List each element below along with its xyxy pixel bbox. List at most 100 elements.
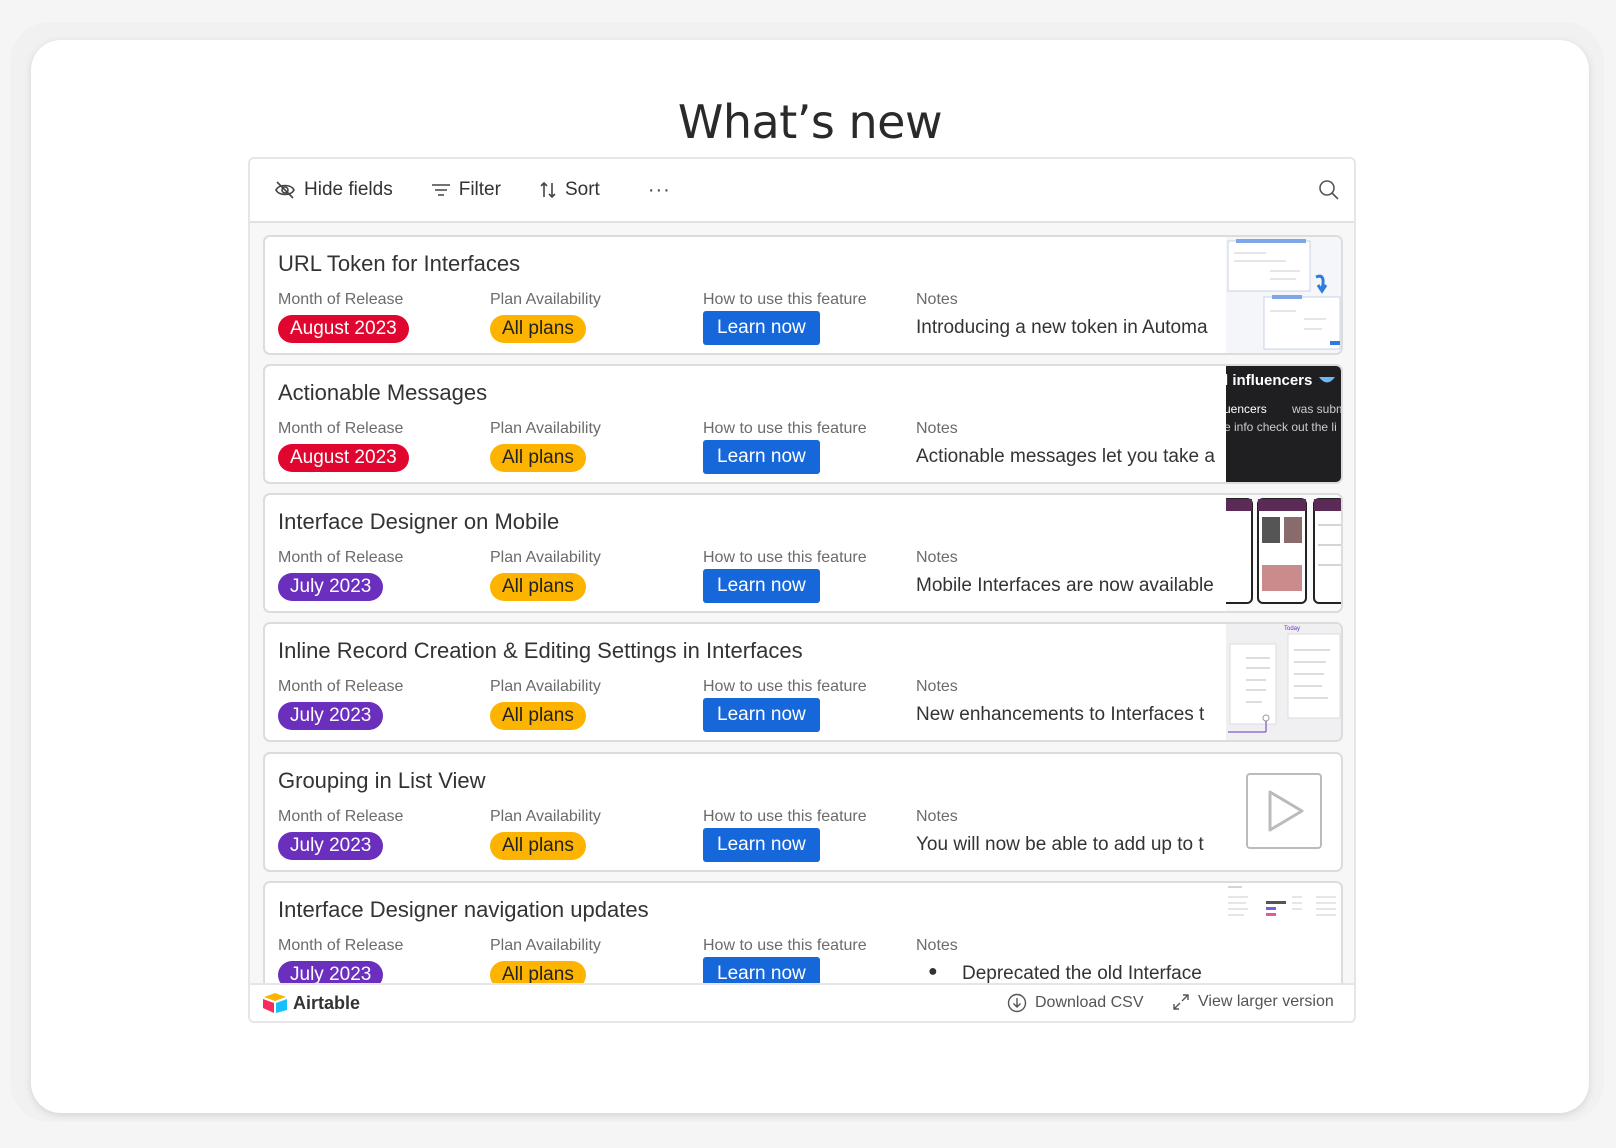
record-card[interactable]: URL Token for Interfaces Month of Releas… (263, 235, 1343, 355)
record-title: Grouping in List View (278, 768, 486, 793)
sort-label: Sort (564, 179, 600, 200)
eye-off-icon (275, 181, 295, 199)
plan-badge: All plans (490, 444, 586, 472)
record-thumbnail[interactable] (1226, 883, 1341, 983)
play-video-icon (1246, 773, 1322, 849)
view-larger-link[interactable]: View larger version (1172, 993, 1334, 1011)
sort-icon (540, 181, 556, 199)
month-badge: August 2023 (278, 444, 409, 472)
record-thumbnail[interactable]: Today (1226, 624, 1341, 740)
plan-badge: All plans (490, 573, 586, 601)
learn-now-button[interactable]: Learn now (703, 311, 820, 345)
record-list: URL Token for Interfaces Month of Releas… (250, 223, 1354, 983)
record-title: Inline Record Creation & Editing Setting… (278, 638, 803, 663)
record-card[interactable]: Interface Designer on Mobile Month of Re… (263, 493, 1343, 613)
plan-badge: All plans (490, 832, 586, 860)
month-badge: July 2023 (278, 573, 384, 601)
search-icon (1319, 180, 1339, 200)
notes-text: New enhancements to Interfaces t (916, 704, 1205, 725)
download-csv-label: Download CSV (1035, 994, 1144, 1011)
download-csv-link[interactable]: Download CSV (1007, 993, 1144, 1013)
month-badge: July 2023 (278, 961, 384, 983)
hide-fields-button[interactable]: Hide fields (274, 179, 393, 201)
airtable-logo[interactable]: Airtable (262, 992, 360, 1014)
notes-text: Mobile Interfaces are now available (916, 575, 1214, 596)
record-card[interactable]: Interface Designer navigation updates Mo… (263, 881, 1343, 983)
notes-label: Notes (916, 808, 958, 825)
howto-label: How to use this feature (703, 937, 867, 954)
plan-label: Plan Availability (490, 808, 601, 825)
sort-button[interactable]: Sort (539, 179, 600, 201)
record-thumbnail[interactable] (1226, 495, 1341, 611)
howto-label: How to use this feature (703, 808, 867, 825)
plan-label: Plan Availability (490, 937, 601, 954)
plan-badge: All plans (490, 702, 586, 730)
record-card[interactable]: Grouping in List View Month of Release P… (263, 752, 1343, 872)
notes-label: Notes (916, 678, 958, 695)
plan-label: Plan Availability (490, 678, 601, 695)
notes-label: Notes (916, 937, 958, 954)
thumbnail-text: Today (1284, 626, 1301, 632)
learn-now-button[interactable]: Learn now (703, 569, 820, 603)
howto-label: How to use this feature (703, 678, 867, 695)
airtable-embed: Hide fields Filter Sort ··· URL Token fo… (248, 157, 1356, 1023)
bullet-marker: ● (928, 963, 938, 980)
month-label: Month of Release (278, 808, 404, 825)
view-larger-label: View larger version (1198, 993, 1334, 1010)
month-badge: July 2023 (278, 702, 384, 730)
notes-text: Actionable messages let you take a (916, 446, 1215, 467)
notes-label: Notes (916, 549, 958, 566)
month-label: Month of Release (278, 678, 404, 695)
record-title: URL Token for Interfaces (278, 251, 521, 276)
learn-now-button[interactable]: Learn now (703, 698, 820, 732)
more-options-button[interactable]: ··· (648, 179, 671, 202)
filter-icon (431, 184, 450, 196)
month-label: Month of Release (278, 291, 404, 308)
record-title: Actionable Messages (278, 380, 488, 405)
filter-button[interactable]: Filter (431, 179, 501, 201)
month-label: Month of Release (278, 420, 404, 437)
record-card[interactable]: Inline Record Creation & Editing Setting… (263, 622, 1343, 742)
notes-text: Introducing a new token in Automa (916, 317, 1208, 338)
howto-label: How to use this feature (703, 549, 867, 566)
download-icon (1007, 993, 1027, 1013)
record-thumbnail[interactable] (1226, 237, 1341, 353)
learn-now-button[interactable]: Learn now (703, 957, 820, 983)
learn-now-button[interactable]: Learn now (703, 440, 820, 474)
plan-label: Plan Availability (490, 291, 601, 308)
plan-label: Plan Availability (490, 549, 601, 566)
expand-icon (1173, 994, 1189, 1010)
toolbar: Hide fields Filter Sort ··· (250, 159, 1354, 223)
howto-label: How to use this feature (703, 291, 867, 308)
notes-text: You will now be able to add up to t (916, 834, 1204, 855)
page-title: What’s new (677, 95, 943, 149)
record-title: Interface Designer on Mobile (278, 509, 560, 534)
thumbnail-text: uencers (1226, 402, 1267, 416)
record-card[interactable]: Actionable Messages Month of Release Pla… (263, 364, 1343, 484)
plan-label: Plan Availability (490, 420, 601, 437)
month-label: Month of Release (278, 937, 404, 954)
thumbnail-text: l influencers (1226, 372, 1313, 389)
thumbnail-text: was subm (1292, 402, 1343, 416)
filter-label: Filter (458, 179, 501, 200)
record-thumbnail[interactable] (1226, 754, 1341, 870)
howto-label: How to use this feature (703, 420, 867, 437)
plan-badge: All plans (490, 961, 586, 983)
month-label: Month of Release (278, 549, 404, 566)
record-thumbnail[interactable]: l influencers uencers was subm e info ch… (1226, 366, 1343, 482)
month-badge: August 2023 (278, 315, 409, 343)
airtable-logo-icon (263, 993, 287, 1013)
notes-label: Notes (916, 291, 958, 308)
thumbnail-text: e info check out the li (1226, 420, 1337, 434)
plan-badge: All plans (490, 315, 586, 343)
hide-fields-label: Hide fields (304, 179, 393, 200)
record-title: Interface Designer navigation updates (278, 897, 649, 922)
footer-bar: Airtable Download CSV View larger versio… (250, 983, 1354, 1021)
search-button[interactable] (1318, 179, 1340, 206)
notes-text: Deprecated the old Interface (962, 963, 1202, 983)
month-badge: July 2023 (278, 832, 384, 860)
notes-label: Notes (916, 420, 958, 437)
airtable-brand-text: Airtable (293, 992, 361, 1013)
learn-now-button[interactable]: Learn now (703, 828, 820, 862)
bowl-emoji-icon (1319, 377, 1335, 383)
